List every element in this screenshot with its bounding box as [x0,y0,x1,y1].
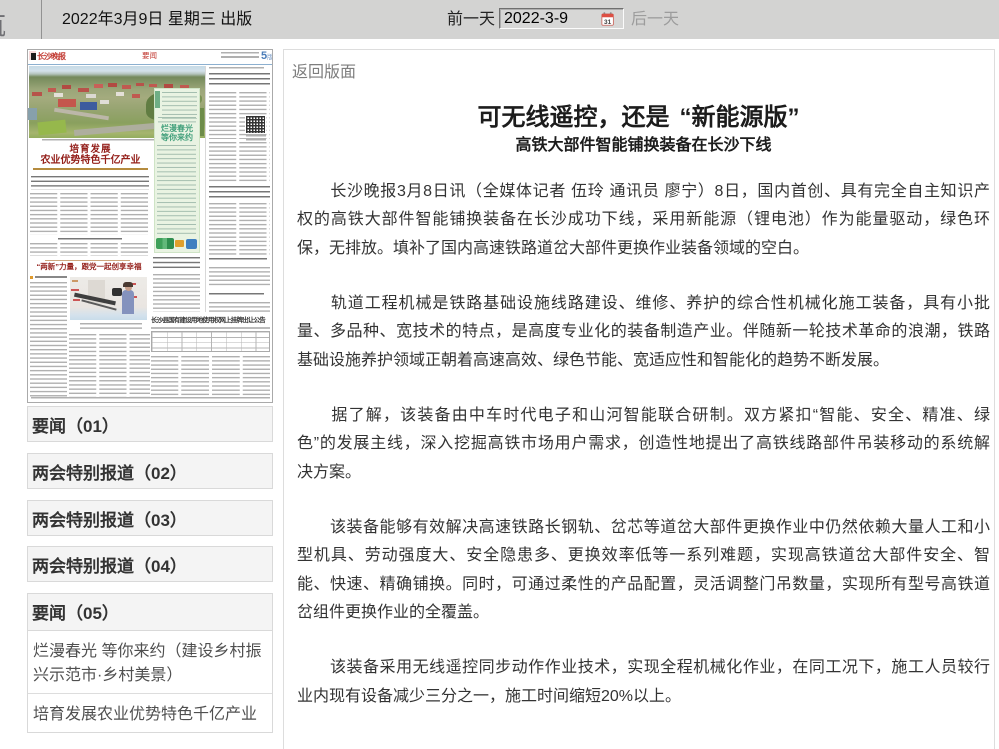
svg-text:31: 31 [604,19,612,26]
